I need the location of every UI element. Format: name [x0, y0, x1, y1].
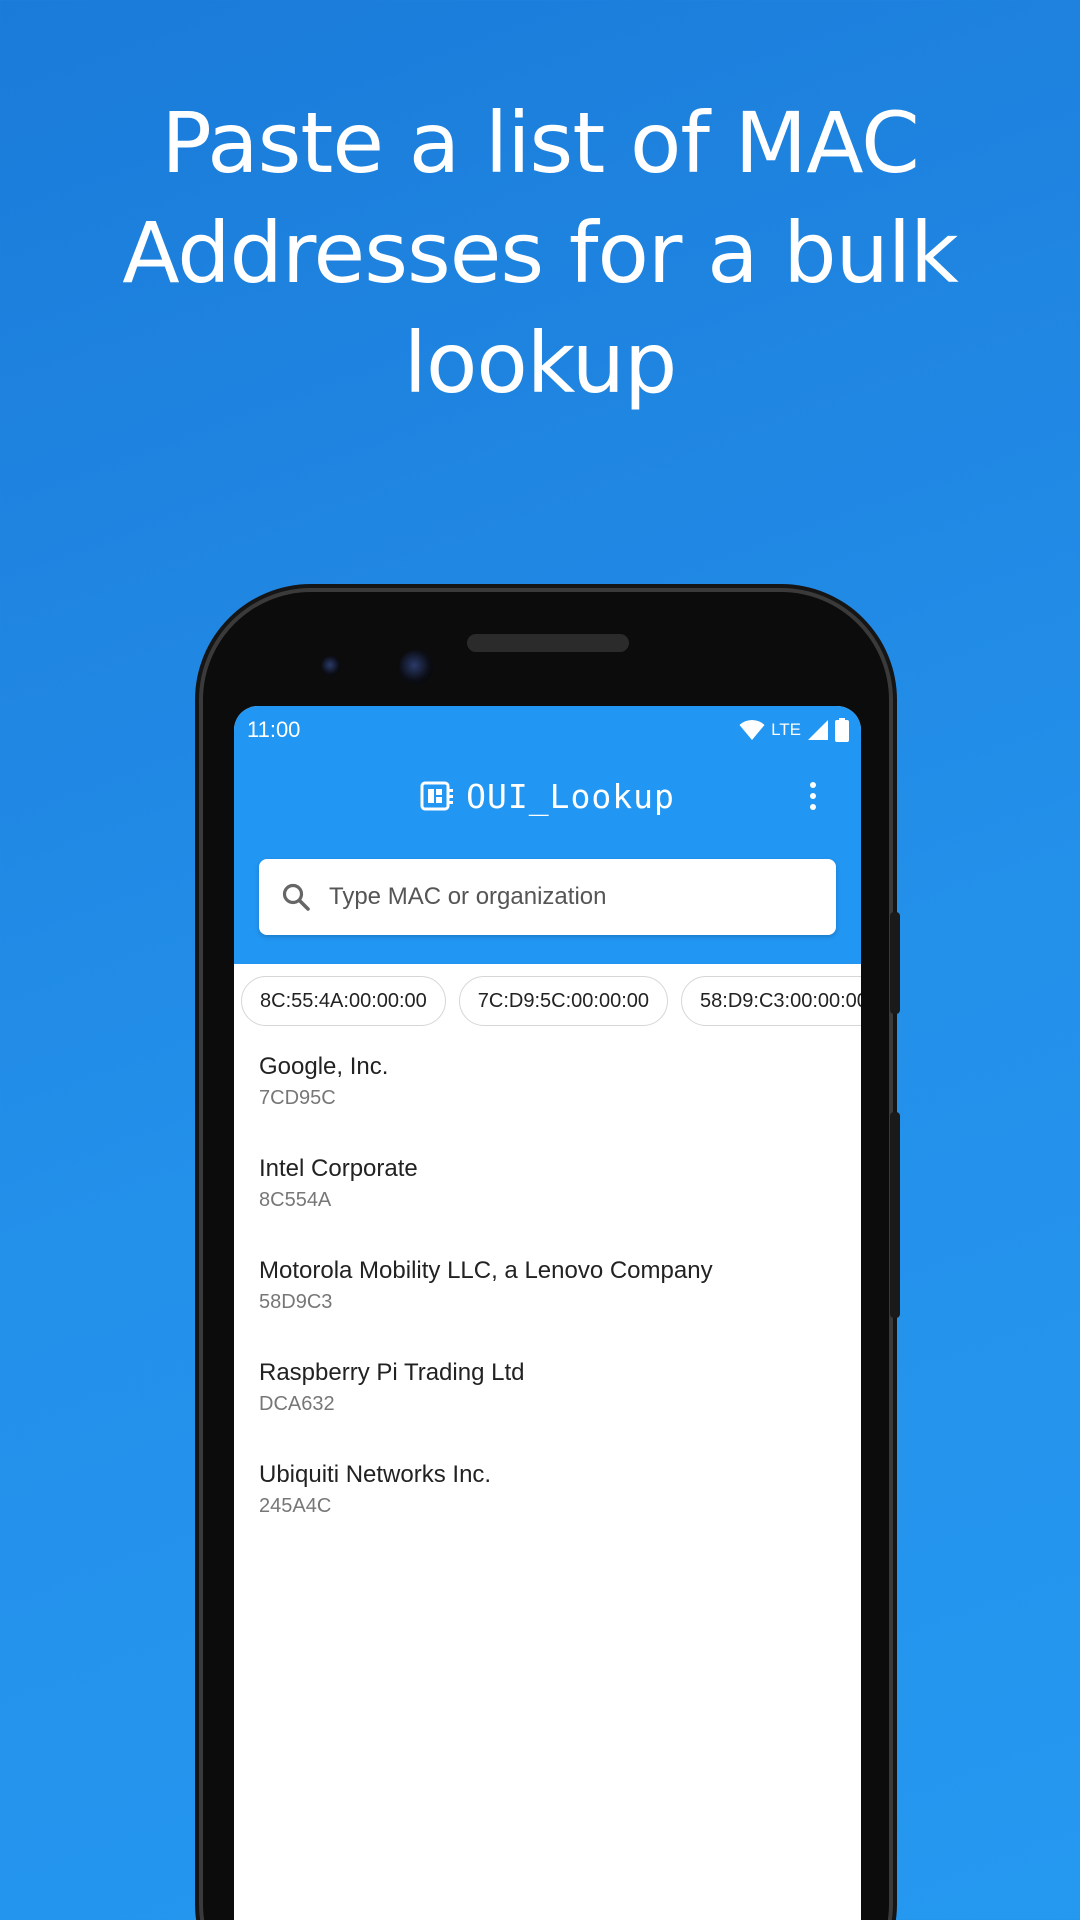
app-bar: 11:00 LTE OUI_Lookup Type MAC or organiz… — [234, 706, 861, 964]
search-input[interactable] — [327, 882, 811, 912]
front-sensor — [321, 656, 341, 676]
organization-name: Motorola Mobility LLC, a Lenovo Company — [259, 1257, 713, 1284]
phone-screen: 11:00 LTE OUI_Lookup Type MAC or organiz… — [234, 706, 861, 1920]
search-icon — [282, 883, 310, 911]
memory-chip-icon — [420, 781, 454, 811]
oui-code: DCA632 — [259, 1393, 335, 1415]
app-title: OUI_Lookup — [466, 776, 675, 816]
organization-name: Intel Corporate — [259, 1155, 418, 1182]
organization-name: Ubiquiti Networks Inc. — [259, 1461, 492, 1488]
wifi-icon — [739, 719, 765, 740]
organization-name: Google, Inc. — [259, 1053, 389, 1080]
more-vert-icon[interactable] — [801, 774, 825, 818]
organization-name: Raspberry Pi Trading Ltd — [259, 1359, 525, 1386]
network-type: LTE — [771, 720, 801, 739]
list-item[interactable]: Intel Corporate 8C554A — [259, 1154, 839, 1256]
phone-volume-button — [890, 1112, 900, 1318]
oui-code: 245A4C — [259, 1495, 332, 1517]
chip-mac[interactable]: 58:D9:C3:00:00:00 — [681, 976, 861, 1026]
status-time: 11:00 — [247, 717, 301, 742]
oui-code: 7CD95C — [259, 1087, 336, 1109]
recent-chips: 8C:55:4A:00:00:00 7C:D9:5C:00:00:00 58:D… — [241, 976, 861, 1026]
oui-code: 8C554A — [259, 1189, 332, 1211]
results-list: Google, Inc. 7CD95C Intel Corporate 8C55… — [259, 1052, 839, 1562]
signal-icon — [808, 720, 828, 740]
phone-power-button — [890, 912, 900, 1014]
app-title-row: OUI_Lookup — [234, 766, 861, 826]
front-camera — [399, 650, 433, 684]
list-item[interactable]: Ubiquiti Networks Inc. 245A4C — [259, 1460, 839, 1562]
chip-mac[interactable]: 7C:D9:5C:00:00:00 — [458, 976, 669, 1026]
status-icons: LTE — [739, 714, 849, 746]
phone-speaker — [467, 634, 629, 652]
list-item[interactable]: Google, Inc. 7CD95C — [259, 1052, 839, 1154]
list-item[interactable]: Raspberry Pi Trading Ltd DCA632 — [259, 1358, 839, 1460]
list-item[interactable]: Motorola Mobility LLC, a Lenovo Company … — [259, 1256, 839, 1358]
chip-mac[interactable]: 8C:55:4A:00:00:00 — [241, 976, 446, 1026]
battery-icon — [835, 718, 849, 742]
search-bar[interactable] — [259, 859, 836, 935]
promo-headline: Paste a list of MAC Addresses for a bulk… — [122, 94, 959, 412]
oui-code: 58D9C3 — [259, 1291, 333, 1313]
